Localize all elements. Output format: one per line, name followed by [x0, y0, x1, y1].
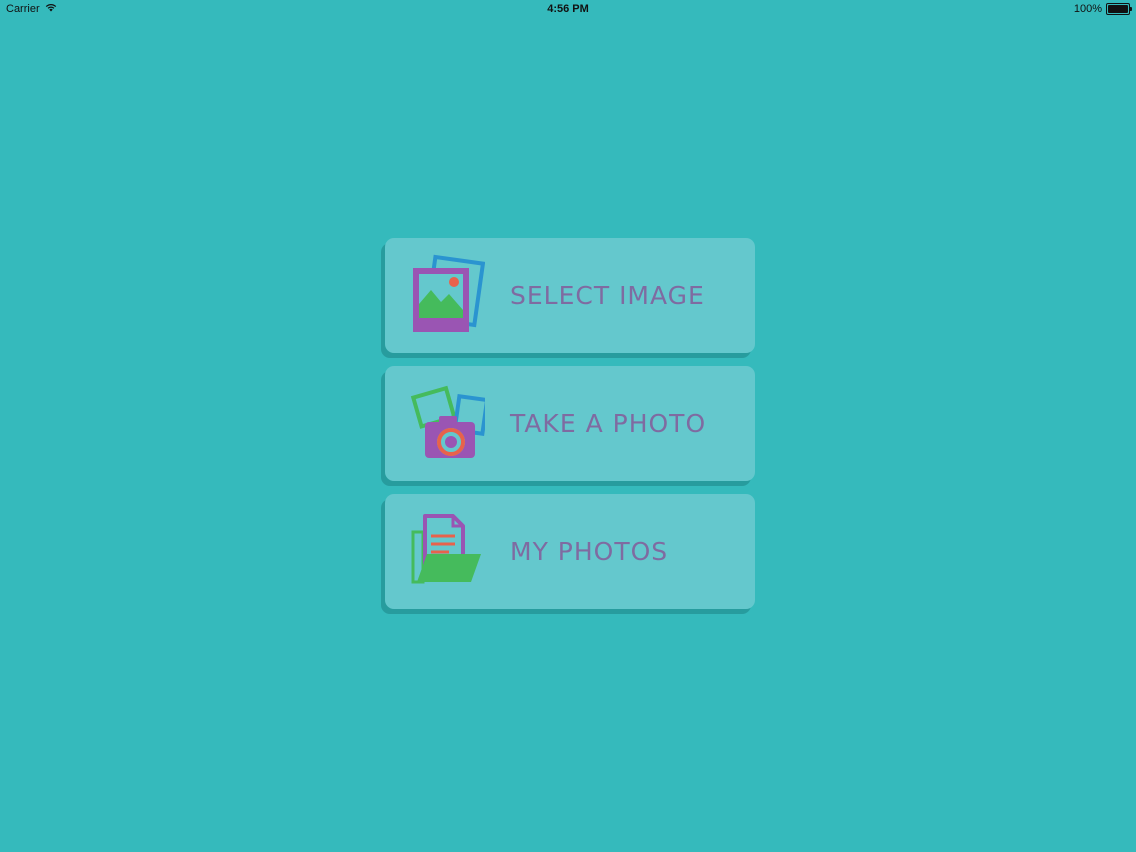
main-menu: SELECT IMAGE TAKE A PHOTO MY PHOTOS: [385, 238, 755, 622]
battery-fill: [1108, 5, 1128, 13]
status-bar: Carrier 4:56 PM 100%: [0, 0, 1136, 18]
camera-icon: [409, 382, 490, 464]
take-photo-button[interactable]: TAKE A PHOTO: [385, 366, 755, 481]
take-photo-label: TAKE A PHOTO: [510, 409, 707, 438]
select-image-label: SELECT IMAGE: [510, 281, 705, 310]
status-time: 4:56 PM: [547, 3, 589, 15]
folder-document-icon: [409, 510, 485, 592]
battery-percent: 100%: [1073, 3, 1102, 15]
photo-gallery-icon: [409, 254, 486, 336]
select-image-button[interactable]: SELECT IMAGE: [385, 238, 755, 353]
my-photos-label: MY PHOTOS: [510, 537, 669, 566]
battery-icon: [1106, 3, 1132, 15]
my-photos-button[interactable]: MY PHOTOS: [385, 494, 755, 609]
status-right: 100%: [1073, 3, 1132, 15]
